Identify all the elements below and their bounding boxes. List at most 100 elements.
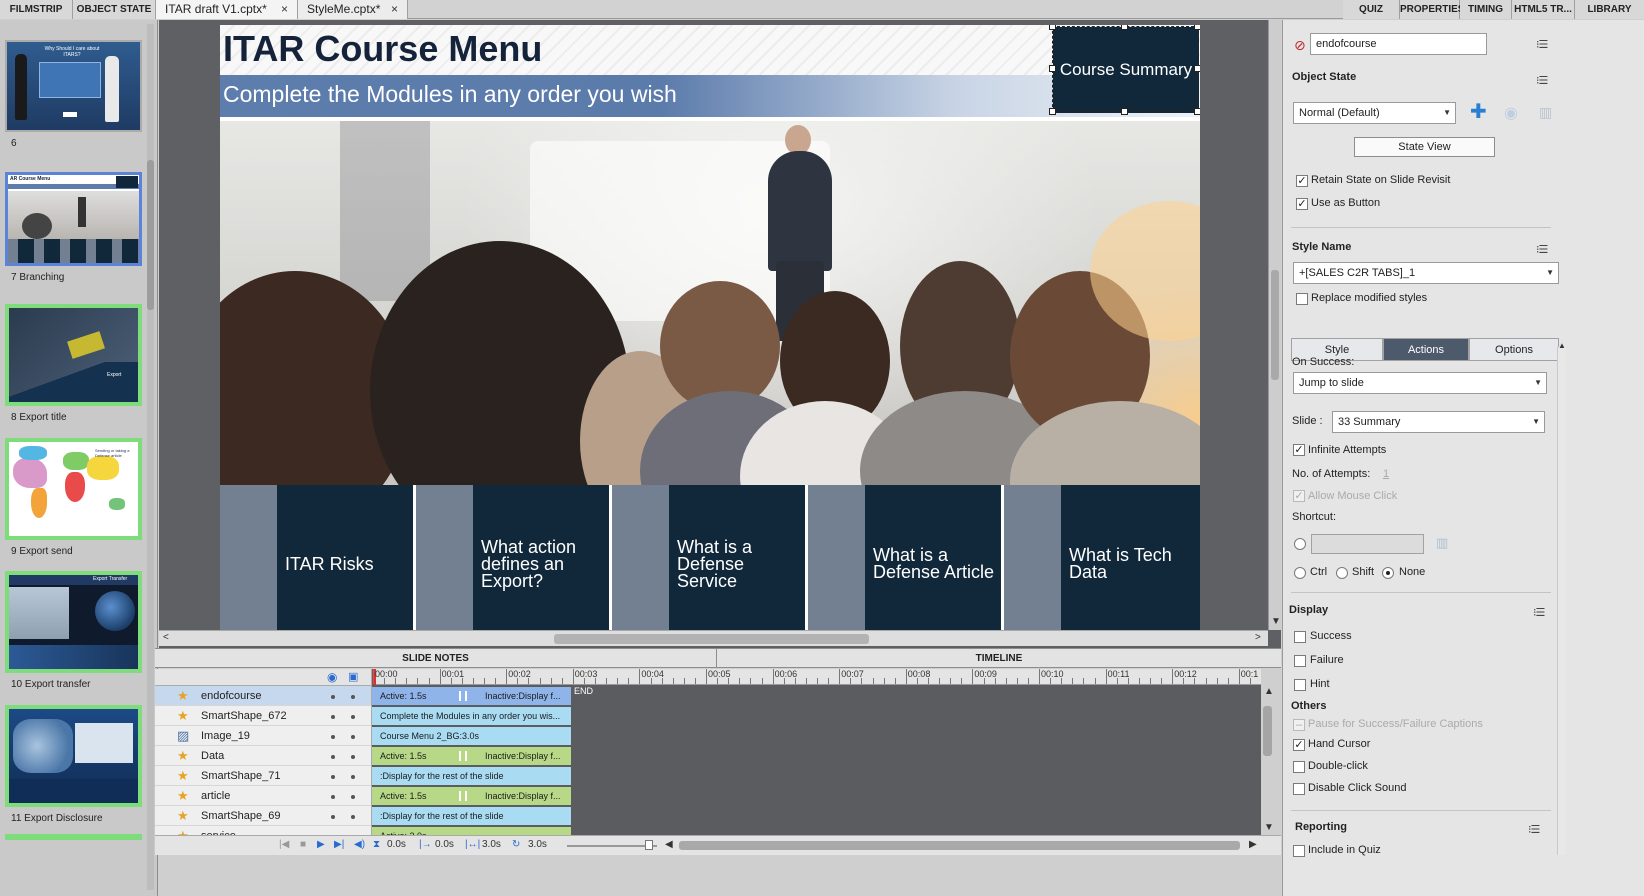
tab-options[interactable]: Options (1469, 338, 1559, 361)
visibility-off-icon[interactable]: ⊘ (1294, 37, 1306, 54)
timeline-bar[interactable]: Active: 1.5s Inactive:Display f... (372, 787, 571, 805)
background-photo[interactable] (220, 121, 1200, 485)
add-state-icon[interactable]: ✚ (1470, 101, 1487, 123)
scroll-up-icon[interactable]: ▲ (1558, 341, 1566, 350)
visibility-dot[interactable] (331, 715, 335, 719)
panel-menu-icon[interactable]: ⁝☰ (1536, 74, 1548, 87)
scroll-up-icon[interactable]: ▲ (1264, 686, 1274, 697)
slide-thumbnail[interactable]: Export (5, 304, 142, 406)
failure-checkbox[interactable] (1294, 655, 1306, 667)
include-quiz-checkbox[interactable] (1293, 845, 1305, 857)
zoom-slider-handle[interactable] (645, 840, 653, 850)
shortcut-input[interactable] (1311, 534, 1424, 554)
scroll-right-icon[interactable]: ▶ (1249, 839, 1257, 850)
resize-handle[interactable] (1121, 25, 1128, 30)
timeline-vertical-scrollbar[interactable]: ▲ ▼ (1261, 669, 1274, 835)
filmstrip-scrollbar[interactable] (147, 24, 154, 890)
ctrl-radio[interactable] (1294, 567, 1306, 579)
resize-handle[interactable] (1194, 25, 1200, 30)
course-summary-button[interactable]: Course Summary (1053, 27, 1199, 113)
tab-slide-notes[interactable]: SLIDE NOTES (155, 649, 717, 668)
reset-state-icon[interactable]: ◉ (1504, 103, 1518, 123)
lock-dot[interactable] (351, 695, 355, 699)
zoom-slider[interactable] (567, 845, 657, 847)
eye-icon[interactable]: ◉ (327, 670, 337, 684)
success-checkbox[interactable] (1294, 631, 1306, 643)
timeline-row[interactable]: ★ SmartShape_69 (155, 806, 371, 826)
visibility-dot[interactable] (331, 795, 335, 799)
play-icon[interactable]: ▶ (317, 839, 325, 850)
slide-select[interactable]: 33 Summary ▼ (1332, 411, 1545, 433)
scroll-left-icon[interactable]: ◀ (665, 839, 673, 850)
module-defense-article[interactable]: What is a Defense Article (808, 485, 1001, 643)
properties-scrollbar[interactable]: ▲ (1557, 341, 1566, 855)
allow-mouse-click-checkbox[interactable]: ✓ (1293, 490, 1305, 502)
shift-radio[interactable] (1336, 567, 1348, 579)
filmstrip-slide-10[interactable]: Export Transfer 10 Export transfer (5, 571, 142, 691)
lock-dot[interactable] (351, 735, 355, 739)
state-select[interactable]: Normal (Default) ▼ (1293, 102, 1456, 124)
resize-handle[interactable] (1049, 108, 1056, 115)
course-subtitle[interactable]: Complete the Modules in any order you wi… (223, 81, 677, 108)
stage-horizontal-scrollbar[interactable]: < > (159, 630, 1268, 646)
tab-quiz[interactable]: QUIZ (1343, 0, 1400, 19)
timeline-bar[interactable]: Active: 1.5s Inactive:Display f... (372, 687, 571, 705)
pause-marker-icon[interactable] (459, 791, 467, 801)
attempts-value[interactable]: 1 (1383, 468, 1389, 480)
visibility-dot[interactable] (331, 775, 335, 779)
double-click-checkbox[interactable] (1293, 761, 1305, 773)
audio-icon[interactable]: ◀) (354, 839, 365, 850)
scroll-thumb[interactable] (147, 160, 154, 310)
resize-handle[interactable] (1121, 108, 1128, 115)
filmstrip-slide-9[interactable]: Sending or taking a Defense article 9 Ex… (5, 438, 142, 558)
none-radio[interactable] (1382, 567, 1394, 579)
course-title[interactable]: ITAR Course Menu (223, 28, 542, 70)
tab-filmstrip[interactable]: FILMSTRIP (0, 0, 73, 19)
close-icon[interactable]: × (391, 0, 398, 19)
timeline-hscroll-thumb[interactable] (679, 841, 1240, 850)
infinite-attempts-checkbox[interactable]: ✓ (1293, 444, 1305, 456)
replace-modified-checkbox[interactable] (1296, 293, 1308, 305)
timeline-bar[interactable]: Active: 1.5s Inactive:Display f... (372, 747, 571, 765)
stage-vertical-scrollbar[interactable]: ▼ (1268, 20, 1281, 630)
slide-thumbnail[interactable]: Sending or taking a Defense article (5, 438, 142, 540)
scroll-left-icon[interactable]: < (163, 632, 169, 643)
tab-timing[interactable]: TIMING (1460, 0, 1512, 19)
visibility-dot[interactable] (331, 815, 335, 819)
scroll-down-icon[interactable]: ▼ (1264, 822, 1274, 833)
shortcut-radio[interactable] (1294, 538, 1306, 550)
delete-state-icon[interactable]: ▥ (1539, 104, 1552, 121)
hint-checkbox[interactable] (1294, 679, 1306, 691)
resize-handle[interactable] (1194, 65, 1200, 72)
slide-thumbnail[interactable] (5, 705, 142, 807)
timeline-bar[interactable]: :Display for the rest of the slide (372, 767, 571, 785)
on-success-select[interactable]: Jump to slide ▼ (1293, 372, 1547, 394)
tab-library[interactable]: LIBRARY (1575, 0, 1644, 19)
delete-shortcut-icon[interactable]: ▥ (1436, 535, 1448, 551)
resize-handle[interactable] (1194, 108, 1200, 115)
lock-dot[interactable] (351, 755, 355, 759)
hand-cursor-checkbox[interactable]: ✓ (1293, 739, 1305, 751)
state-view-button[interactable]: State View (1354, 137, 1495, 157)
timeline-row[interactable]: ★ service (155, 826, 371, 835)
tab-html5-trackers[interactable]: HTML5 TR... (1512, 0, 1575, 19)
filmstrip-slide-7[interactable]: AR Course Menu 7 Branching (5, 172, 142, 284)
filmstrip-slide-12-edge[interactable] (5, 834, 142, 840)
slide-thumbnail[interactable]: Why Should I care about ITARS? (5, 40, 142, 132)
scroll-thumb[interactable] (1263, 706, 1272, 756)
filmstrip-slide-8[interactable]: Export 8 Export title (5, 304, 142, 424)
retain-state-checkbox[interactable]: ✓ (1296, 175, 1308, 187)
lock-dot[interactable] (351, 715, 355, 719)
panel-menu-icon[interactable]: ⁝☰ (1528, 823, 1540, 836)
resize-handle[interactable] (1049, 65, 1056, 72)
tab-actions[interactable]: Actions (1383, 338, 1469, 361)
visibility-dot[interactable] (331, 735, 335, 739)
tab-properties[interactable]: PROPERTIES (1400, 0, 1464, 19)
visibility-dot[interactable] (331, 755, 335, 759)
scroll-thumb[interactable] (554, 634, 869, 644)
lock-dot[interactable] (351, 775, 355, 779)
lock-icon[interactable]: ▣ (348, 670, 358, 683)
stop-icon[interactable]: ■ (300, 839, 306, 850)
use-as-button-checkbox[interactable]: ✓ (1296, 198, 1308, 210)
pause-marker-icon[interactable] (459, 691, 467, 701)
